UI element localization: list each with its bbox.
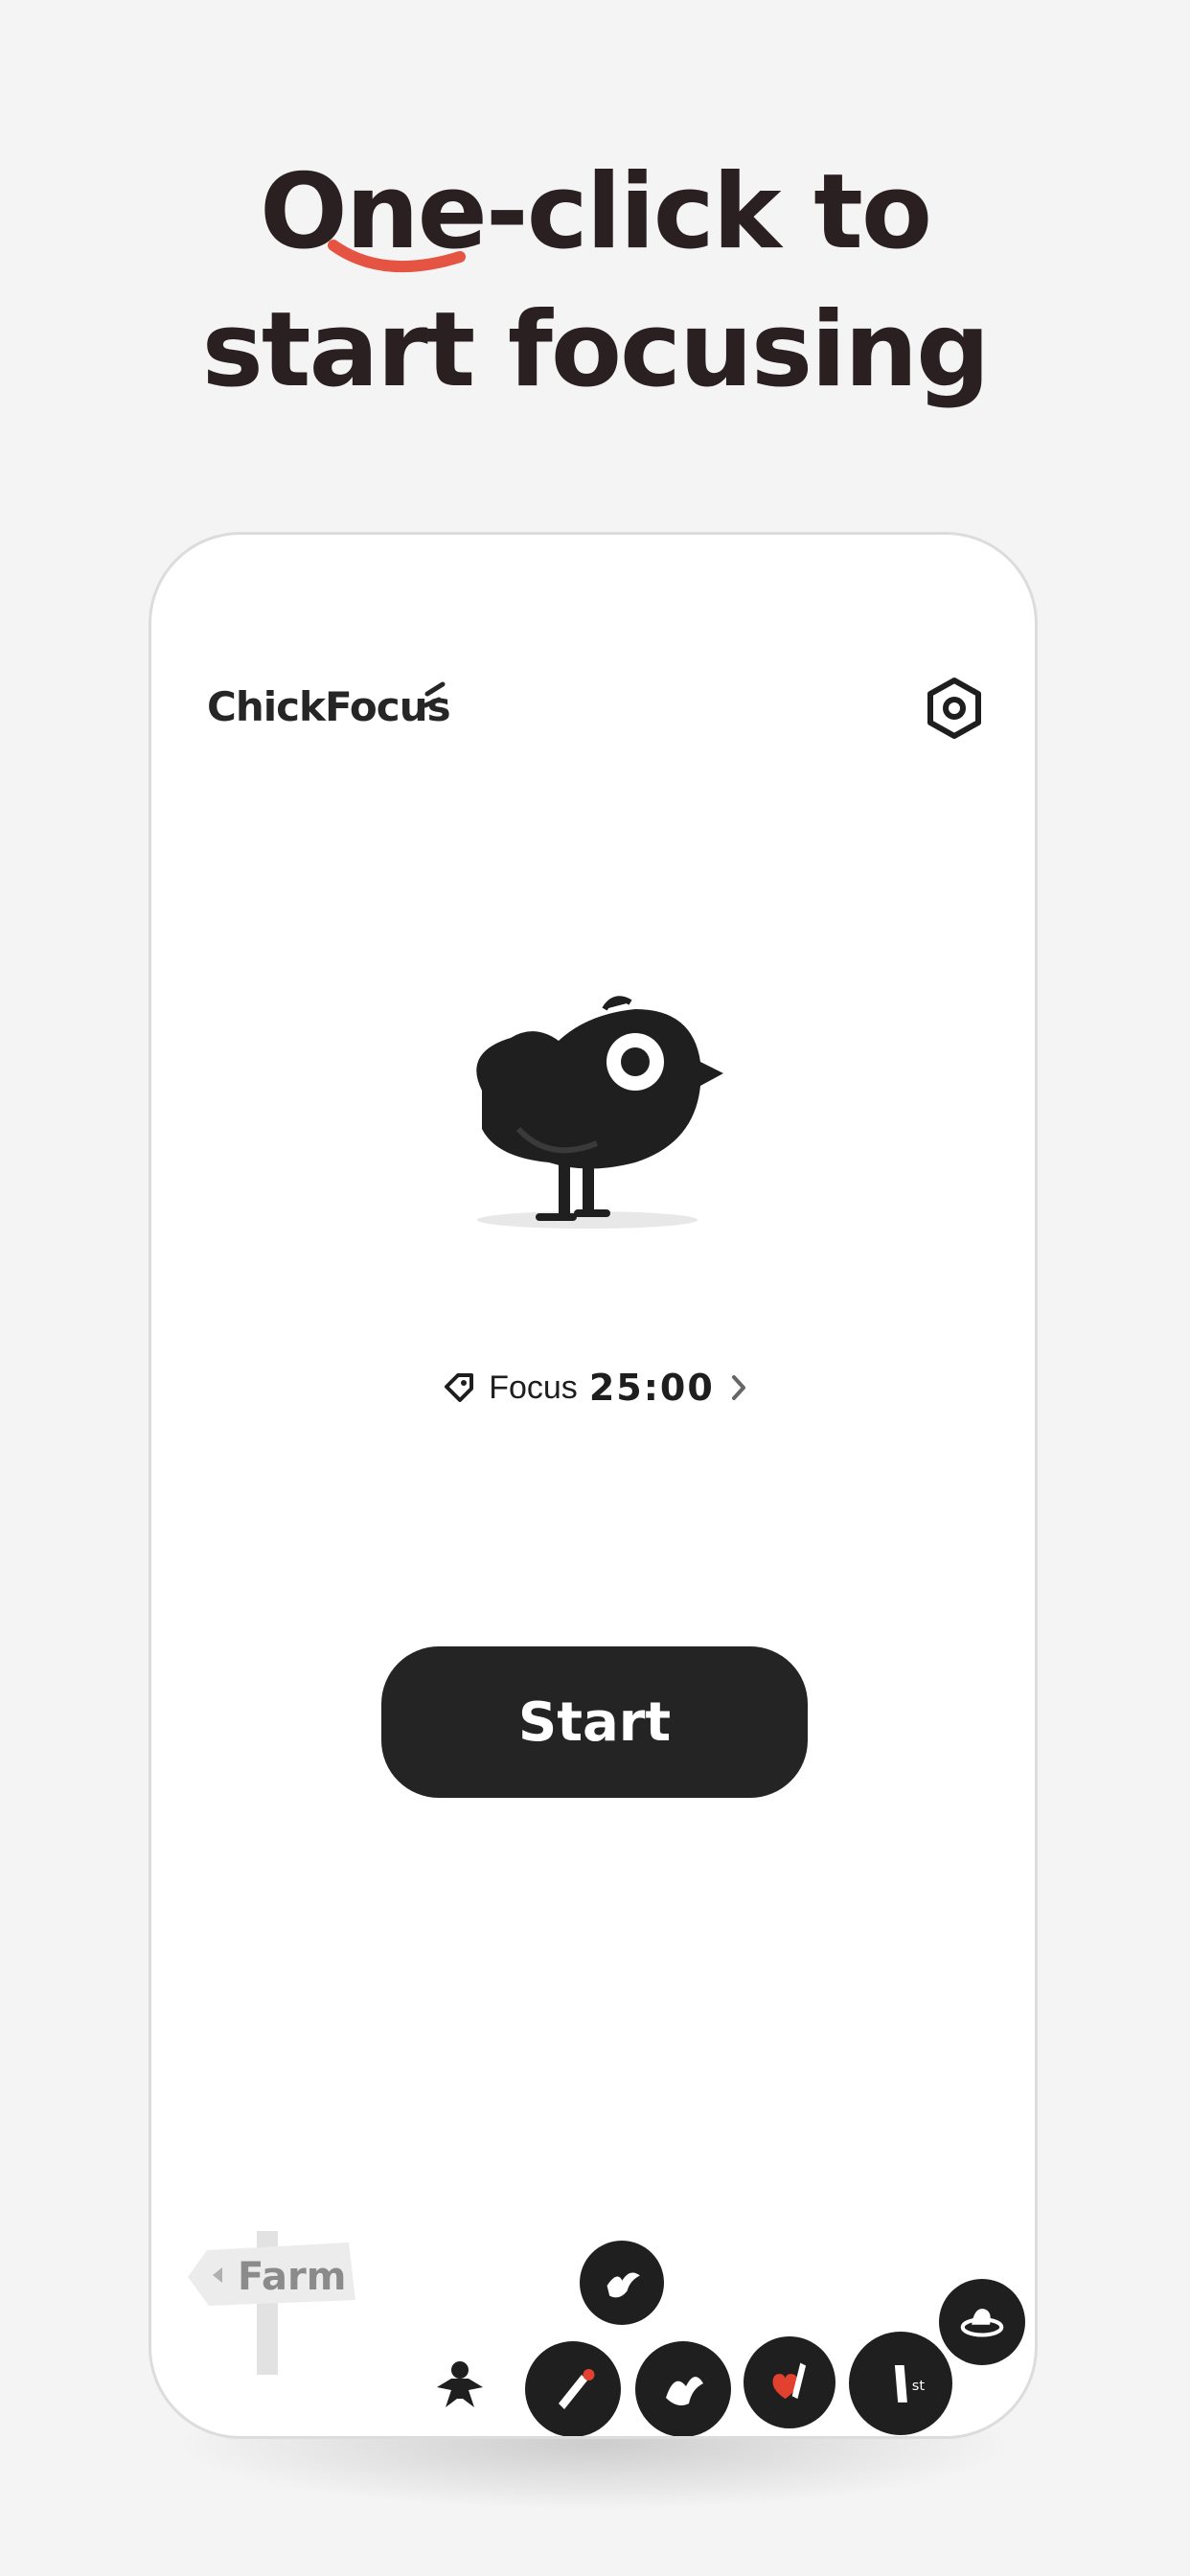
pigeon-badge-icon[interactable] (580, 2241, 664, 2325)
logo-spark-icon (423, 681, 446, 708)
focus-selector[interactable]: Focus 25:00 (151, 1359, 1035, 1416)
first-place-badge-icon[interactable]: st (849, 2332, 952, 2435)
hat-badge-icon[interactable] (939, 2279, 1025, 2365)
dragon-badge-icon[interactable] (635, 2341, 731, 2436)
start-button[interactable]: Start (381, 1646, 808, 1798)
farm-label[interactable]: Farm (238, 2255, 346, 2299)
tag-icon (445, 1373, 474, 1402)
chevron-right-icon (731, 1375, 745, 1400)
heart-pen-badge-icon[interactable] (744, 2336, 835, 2428)
focus-label: Focus (489, 1368, 578, 1406)
farm-sign-icon[interactable] (188, 2231, 360, 2375)
headline-line-2: start focusing (201, 290, 991, 410)
settings-icon[interactable] (923, 677, 986, 740)
gingerbread-badge-icon[interactable] (412, 2336, 508, 2432)
app-logo: ChickFocus (207, 683, 451, 730)
focus-time: 25:00 (588, 1367, 715, 1409)
chick-icon (476, 996, 723, 1229)
paintbrush-badge-icon[interactable] (525, 2341, 621, 2436)
phone-frame: ChickFocus Focus 25:00 Start Farm st (149, 532, 1038, 2439)
svg-text:st: st (911, 2377, 925, 2393)
headline: One-click to start focusing (0, 144, 1190, 420)
underline-swoosh-icon (328, 240, 466, 273)
